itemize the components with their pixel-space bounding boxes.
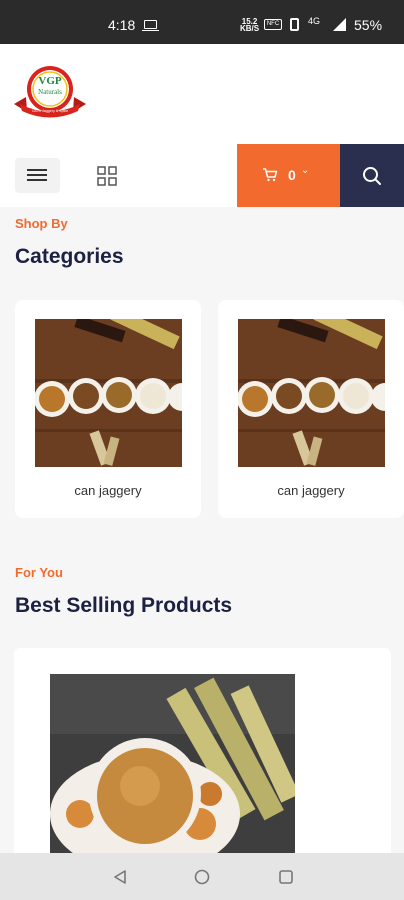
hamburger-icon	[27, 169, 47, 171]
screen-cast-icon	[142, 20, 159, 31]
battery-level: 55%	[354, 17, 383, 33]
cart-icon	[263, 168, 278, 182]
category-image	[238, 319, 385, 467]
search-icon	[363, 167, 381, 185]
products-eyebrow: For You	[15, 565, 63, 580]
recents-square-icon[interactable]	[278, 869, 294, 885]
home-circle-icon[interactable]	[194, 869, 210, 885]
category-label: can jaggery	[74, 483, 142, 498]
cart-button[interactable]: 0 ⌄	[237, 144, 340, 207]
search-button[interactable]	[340, 144, 404, 207]
wifi-icon: 4G	[308, 16, 321, 26]
network-speed: 15.2 KB/S	[240, 18, 260, 33]
categories-title: Categories	[15, 245, 124, 268]
menu-button[interactable]	[15, 158, 60, 193]
category-label: can jaggery	[277, 483, 345, 498]
system-nav-bar	[0, 853, 404, 900]
category-card[interactable]: can jaggery	[218, 300, 404, 518]
cart-count: 0	[288, 167, 296, 183]
logo-bottom-text: Naturals	[38, 88, 62, 96]
hamburger-icon	[27, 174, 47, 176]
product-image	[50, 674, 295, 864]
status-time: 4:18	[108, 17, 136, 33]
categories-eyebrow: Shop By	[15, 216, 68, 231]
app-header: VGP Naturals 100% Jaggery & Spice	[0, 44, 404, 144]
network-speed-unit: KB/S	[240, 24, 260, 33]
toolbar: 0 ⌄	[0, 144, 404, 207]
category-image	[35, 319, 182, 467]
hamburger-icon	[27, 179, 47, 181]
status-bar: 4:18 15.2 KB/S NFC 4G 55%	[0, 0, 404, 44]
logo-ribbon-text: 100% Jaggery & Spice	[32, 109, 68, 113]
vibrate-icon	[290, 18, 299, 31]
category-card[interactable]: can jaggery	[15, 300, 201, 518]
grid-icon[interactable]	[95, 164, 119, 188]
vgp-naturals-logo[interactable]: VGP Naturals 100% Jaggery & Spice	[12, 64, 88, 124]
chevron-down-icon: ⌄	[301, 165, 310, 176]
logo-top-text: VGP	[38, 75, 62, 87]
nfc-icon: NFC	[264, 19, 282, 30]
signal-icon	[333, 18, 346, 31]
back-triangle-icon[interactable]	[112, 869, 128, 885]
products-title: Best Selling Products	[15, 594, 233, 617]
